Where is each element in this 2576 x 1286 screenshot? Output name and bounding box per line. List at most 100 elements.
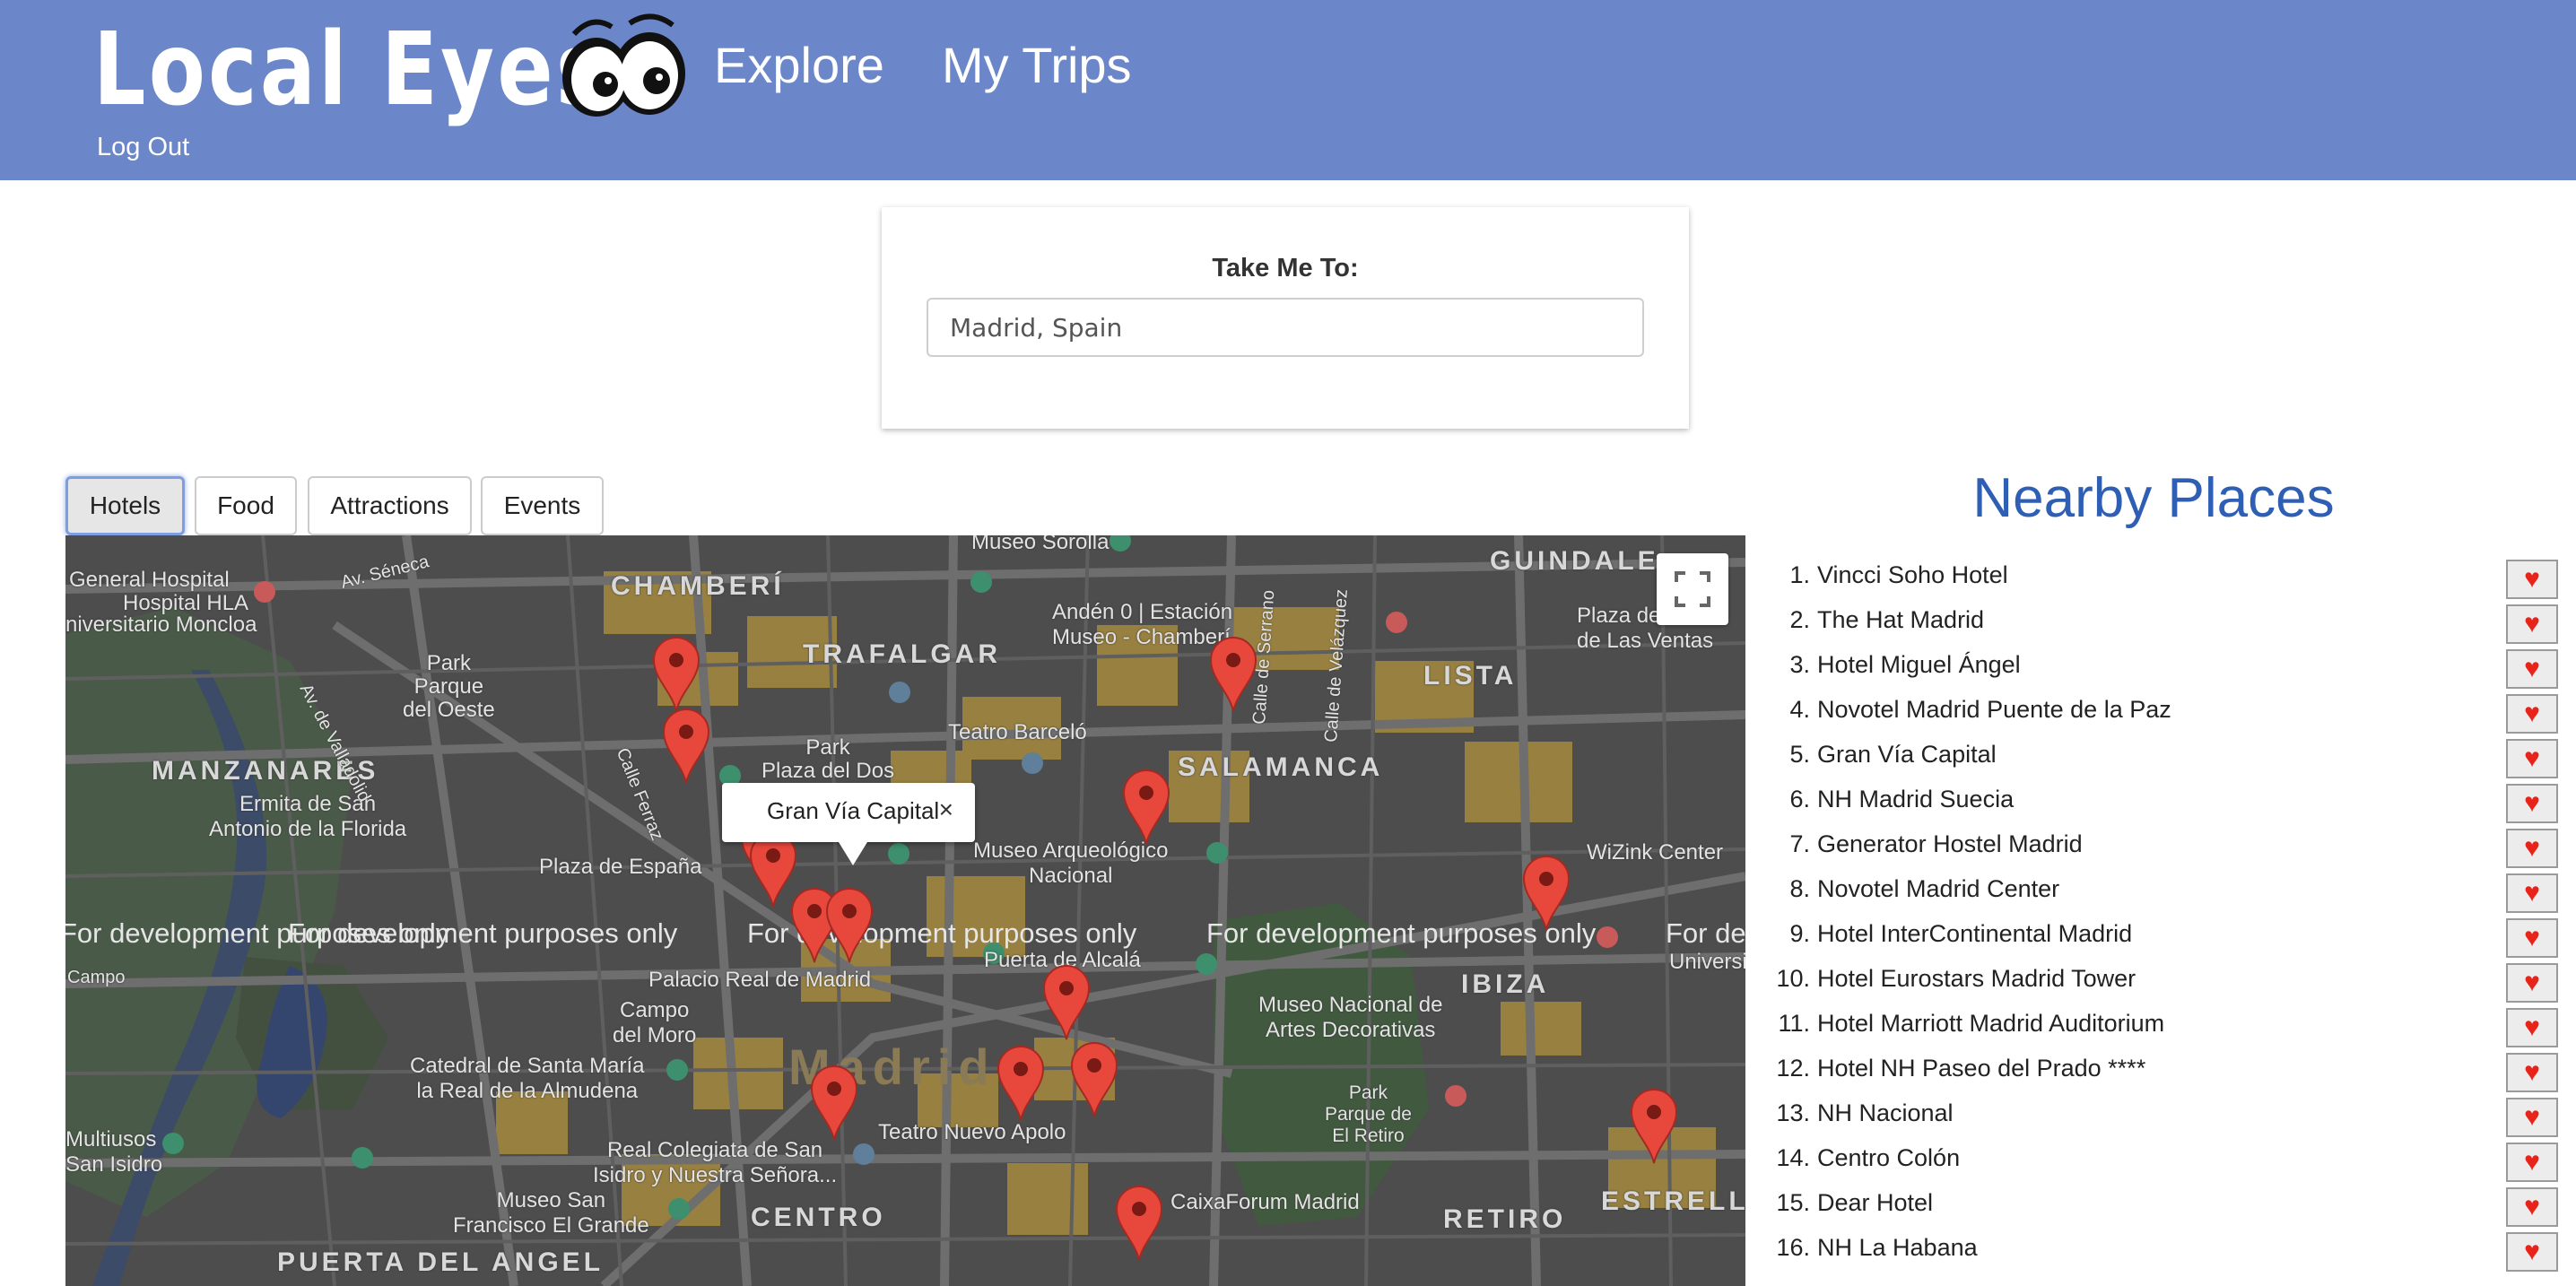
list-item: 13. NH Nacional ♥: [1758, 1091, 2565, 1137]
place-name[interactable]: NH Madrid Suecia: [1817, 786, 2014, 813]
place-name[interactable]: Generator Hostel Madrid: [1817, 830, 2083, 858]
nav-explore-link[interactable]: Explore: [714, 36, 884, 94]
map-view[interactable]: CHAMBERÍ TRAFALGAR SALAMANCA LISTA GUIND…: [65, 535, 1745, 1286]
place-number: 6.: [1789, 786, 1810, 812]
place-name[interactable]: Gran Vía Capital: [1817, 741, 1997, 769]
favorite-heart-button[interactable]: ♥: [2506, 784, 2558, 823]
place-name[interactable]: Hotel Marriott Madrid Auditorium: [1817, 1010, 2164, 1038]
heart-icon: ♥: [2524, 1192, 2540, 1221]
place-name[interactable]: Hotel Eurostars Madrid Tower: [1817, 965, 2136, 993]
tab-food[interactable]: Food: [195, 476, 297, 535]
map-label-poi: University H: [1669, 950, 1745, 974]
favorite-heart-button[interactable]: ♥: [2506, 1187, 2558, 1227]
hotel-marker-icon[interactable]: [1042, 964, 1091, 1041]
tab-attractions[interactable]: Attractions: [308, 476, 472, 535]
tab-events[interactable]: Events: [481, 476, 604, 535]
map-label-poi: Museo Sorolla: [971, 535, 1110, 554]
favorite-heart-button[interactable]: ♥: [2506, 1008, 2558, 1047]
list-item: 4. Novotel Madrid Puente de la Paz ♥: [1758, 688, 2565, 734]
favorite-heart-button[interactable]: ♥: [2506, 1143, 2558, 1182]
map-label-poi: Campo del Moro: [613, 998, 697, 1047]
favorite-heart-button[interactable]: ♥: [2506, 560, 2558, 599]
place-name[interactable]: Hotel Miguel Ángel: [1817, 651, 2021, 679]
map-label-poi: CaixaForum Madrid: [1171, 1190, 1360, 1214]
favorite-heart-button[interactable]: ♥: [2506, 739, 2558, 778]
place-number: 2.: [1789, 606, 1810, 633]
hotel-marker-icon[interactable]: [996, 1045, 1045, 1122]
map-info-window: Gran Vía Capital ×: [722, 783, 975, 865]
heart-icon: ♥: [2524, 564, 2540, 594]
place-number: 7.: [1789, 830, 1810, 857]
list-item: 3. Hotel Miguel Ángel ♥: [1758, 643, 2565, 689]
favorite-heart-button[interactable]: ♥: [2506, 873, 2558, 913]
heart-icon: ♥: [2524, 968, 2540, 997]
map-label-poi: Park Plaza del Dos: [761, 735, 895, 783]
map-label-poi: Museo Nacional de Artes Decorativas: [1258, 993, 1443, 1042]
list-item: 8. Novotel Madrid Center ♥: [1758, 867, 2565, 913]
hotel-marker-icon[interactable]: [825, 887, 874, 964]
place-number: 11.: [1778, 1010, 1810, 1037]
map-label-district: RETIRO: [1443, 1204, 1567, 1234]
map-label-poi: Campo: [67, 968, 126, 987]
favorite-heart-button[interactable]: ♥: [2506, 918, 2558, 958]
place-name[interactable]: NH La Habana: [1817, 1234, 1978, 1262]
favorite-heart-button[interactable]: ♥: [2506, 649, 2558, 689]
map-label-poi: WiZink Center: [1587, 840, 1724, 865]
hotel-marker-icon[interactable]: [1115, 1185, 1163, 1262]
map-label-district: PUERTA DEL ANGEL: [277, 1247, 605, 1277]
favorite-heart-button[interactable]: ♥: [2506, 1232, 2558, 1272]
hotel-marker-icon[interactable]: [662, 708, 710, 785]
hotel-marker-icon[interactable]: [1122, 769, 1171, 846]
map-watermark: For development purposes only: [288, 917, 678, 949]
favorite-heart-button[interactable]: ♥: [2506, 829, 2558, 868]
favorite-heart-button[interactable]: ♥: [2506, 694, 2558, 734]
logout-link[interactable]: Log Out: [97, 133, 189, 162]
tab-hotels[interactable]: Hotels: [65, 476, 185, 535]
place-name[interactable]: Novotel Madrid Puente de la Paz: [1817, 696, 2171, 724]
place-name[interactable]: The Hat Madrid: [1817, 606, 1984, 634]
destination-search-input[interactable]: [927, 298, 1644, 357]
favorite-heart-button[interactable]: ♥: [2506, 1098, 2558, 1137]
map-fullscreen-button[interactable]: [1657, 553, 1728, 625]
place-number: 3.: [1789, 651, 1810, 678]
nav-my-trips-link[interactable]: My Trips: [942, 36, 1132, 94]
favorite-heart-button[interactable]: ♥: [2506, 1053, 2558, 1092]
place-name[interactable]: Centro Colón: [1817, 1144, 1960, 1172]
close-icon[interactable]: ×: [939, 795, 953, 824]
heart-icon: ♥: [2524, 1057, 2540, 1087]
hotel-marker-icon[interactable]: [1630, 1088, 1678, 1165]
hotel-marker-icon[interactable]: [1070, 1041, 1118, 1118]
place-number: 1.: [1789, 561, 1810, 588]
place-name[interactable]: Hotel NH Paseo del Prado ****: [1817, 1055, 2145, 1082]
favorite-heart-button[interactable]: ♥: [2506, 604, 2558, 644]
place-name[interactable]: Dear Hotel: [1817, 1189, 1933, 1217]
place-name[interactable]: Vincci Soho Hotel: [1817, 561, 2008, 589]
heart-icon: ♥: [2524, 1147, 2540, 1177]
hotel-marker-icon[interactable]: [1522, 855, 1571, 932]
place-name[interactable]: Hotel InterContinental Madrid: [1817, 920, 2132, 948]
app-header: Local Eyes Explore My Trips Log Out: [0, 0, 2576, 180]
app-logo[interactable]: Local Eyes: [93, 7, 608, 133]
list-item: 6. NH Madrid Suecia ♥: [1758, 778, 2565, 823]
map-label-poi: Museo San Francisco El Grande: [453, 1188, 649, 1238]
map-label-poi: Andén 0 | Estación Museo - Chamberí: [1052, 600, 1233, 649]
nearby-places-list: 1. Vincci Soho Hotel ♥ 2. The Hat Madrid ♥ 3…: [1758, 553, 2565, 1272]
heart-icon: ♥: [2524, 833, 2540, 863]
map-label-poi: Real Colegiata de San Isidro y Nuestra S…: [593, 1138, 838, 1187]
map-label-district: GUINDALE: [1490, 546, 1659, 576]
place-number: 9.: [1789, 920, 1810, 947]
map-label-poi: General Hospital: [69, 568, 230, 592]
place-number: 12.: [1776, 1055, 1810, 1082]
hotel-marker-icon[interactable]: [810, 1064, 858, 1142]
place-number: 8.: [1789, 875, 1810, 902]
favorite-heart-button[interactable]: ♥: [2506, 963, 2558, 1003]
place-number: 5.: [1789, 741, 1810, 768]
list-item: 9. Hotel InterContinental Madrid ♥: [1758, 912, 2565, 958]
place-name[interactable]: NH Nacional: [1817, 1099, 1954, 1127]
hotel-marker-icon[interactable]: [652, 636, 701, 713]
hotel-marker-icon[interactable]: [749, 831, 797, 908]
heart-icon: ♥: [2524, 1102, 2540, 1132]
place-name[interactable]: Novotel Madrid Center: [1817, 875, 2059, 903]
hotel-marker-icon[interactable]: [1209, 636, 1258, 713]
list-item: 10. Hotel Eurostars Madrid Tower ♥: [1758, 957, 2565, 1003]
